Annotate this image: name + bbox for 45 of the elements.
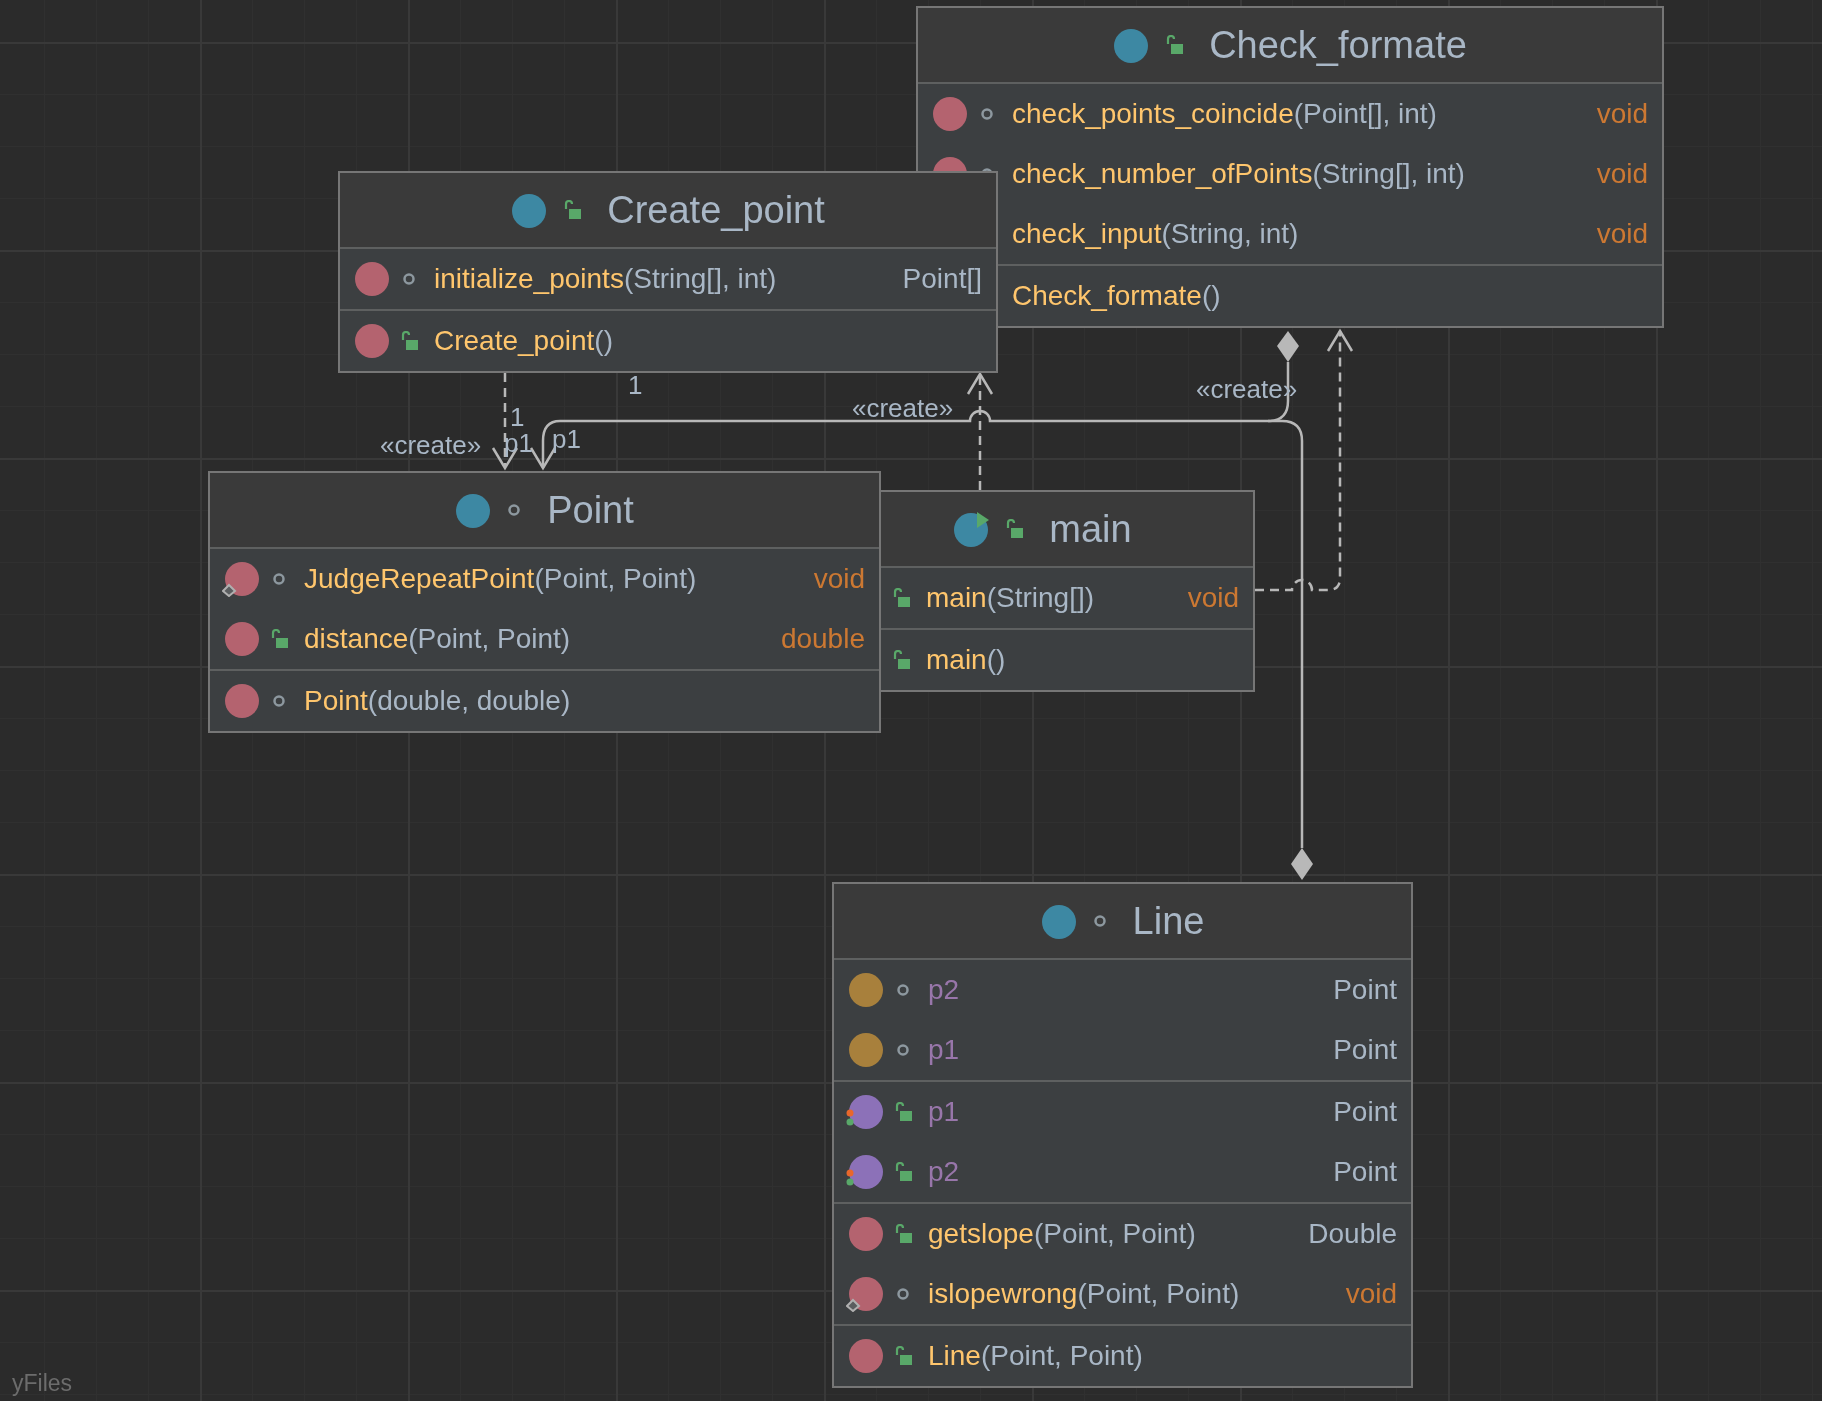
class-name: Line	[1132, 899, 1205, 943]
method-signature: check_number_ofPoints(String[], int)	[1012, 158, 1465, 190]
return-type: void	[812, 563, 865, 595]
watermark-credit: yFiles	[12, 1370, 73, 1397]
class-name: Check_formate	[1209, 23, 1467, 67]
field-name: p1	[928, 1034, 960, 1066]
method-signature: Point(double, double)	[304, 685, 571, 717]
method-signature: check_points_coincide(Point[], int)	[1012, 98, 1437, 130]
method-signature: check_input(String, int)	[1012, 218, 1299, 250]
return-type: void	[1595, 218, 1648, 250]
return-type: void	[1595, 98, 1648, 130]
method-signature: getslope(Point, Point)	[928, 1218, 1196, 1250]
edge-label: «create»	[380, 432, 482, 458]
return-type: double	[779, 623, 865, 655]
method-signature: Line(Point, Point)	[928, 1340, 1143, 1372]
field-name: p2	[928, 974, 960, 1006]
return-type: Point	[1332, 1096, 1397, 1128]
method-signature: main()	[926, 644, 1006, 676]
method-signature: main(String[])	[926, 582, 1095, 614]
class-name: Create_point	[607, 188, 825, 232]
edge-label: 1	[510, 404, 525, 430]
return-type: Point	[1332, 1034, 1397, 1066]
return-type: Point	[1332, 1156, 1397, 1188]
return-type: void	[1344, 1278, 1397, 1310]
edge-label: p1	[552, 426, 581, 452]
method-signature: Check_formate()	[1012, 280, 1221, 312]
class-name: Point	[547, 488, 634, 532]
edge-label: p1	[504, 430, 533, 456]
field-name: p1	[928, 1096, 960, 1128]
return-type: Double	[1307, 1218, 1397, 1250]
return-type: void	[1595, 158, 1648, 190]
method-signature: islopewrong(Point, Point)	[928, 1278, 1240, 1310]
diamond-marker	[1291, 848, 1313, 880]
return-type: Point	[1332, 974, 1397, 1006]
edge-label: «create»	[852, 395, 954, 421]
diamond-marker	[1277, 331, 1299, 362]
edge-label: 1	[628, 372, 643, 398]
method-signature: initialize_points(String[], int)	[434, 263, 777, 295]
return-type: Point[]	[901, 263, 982, 295]
field-name: p2	[928, 1156, 960, 1188]
return-type: void	[1186, 582, 1239, 614]
method-signature: Create_point()	[434, 325, 613, 357]
method-signature: JudgeRepeatPoint(Point, Point)	[304, 563, 697, 595]
class-name: main	[1049, 507, 1132, 551]
method-signature: distance(Point, Point)	[304, 623, 571, 655]
